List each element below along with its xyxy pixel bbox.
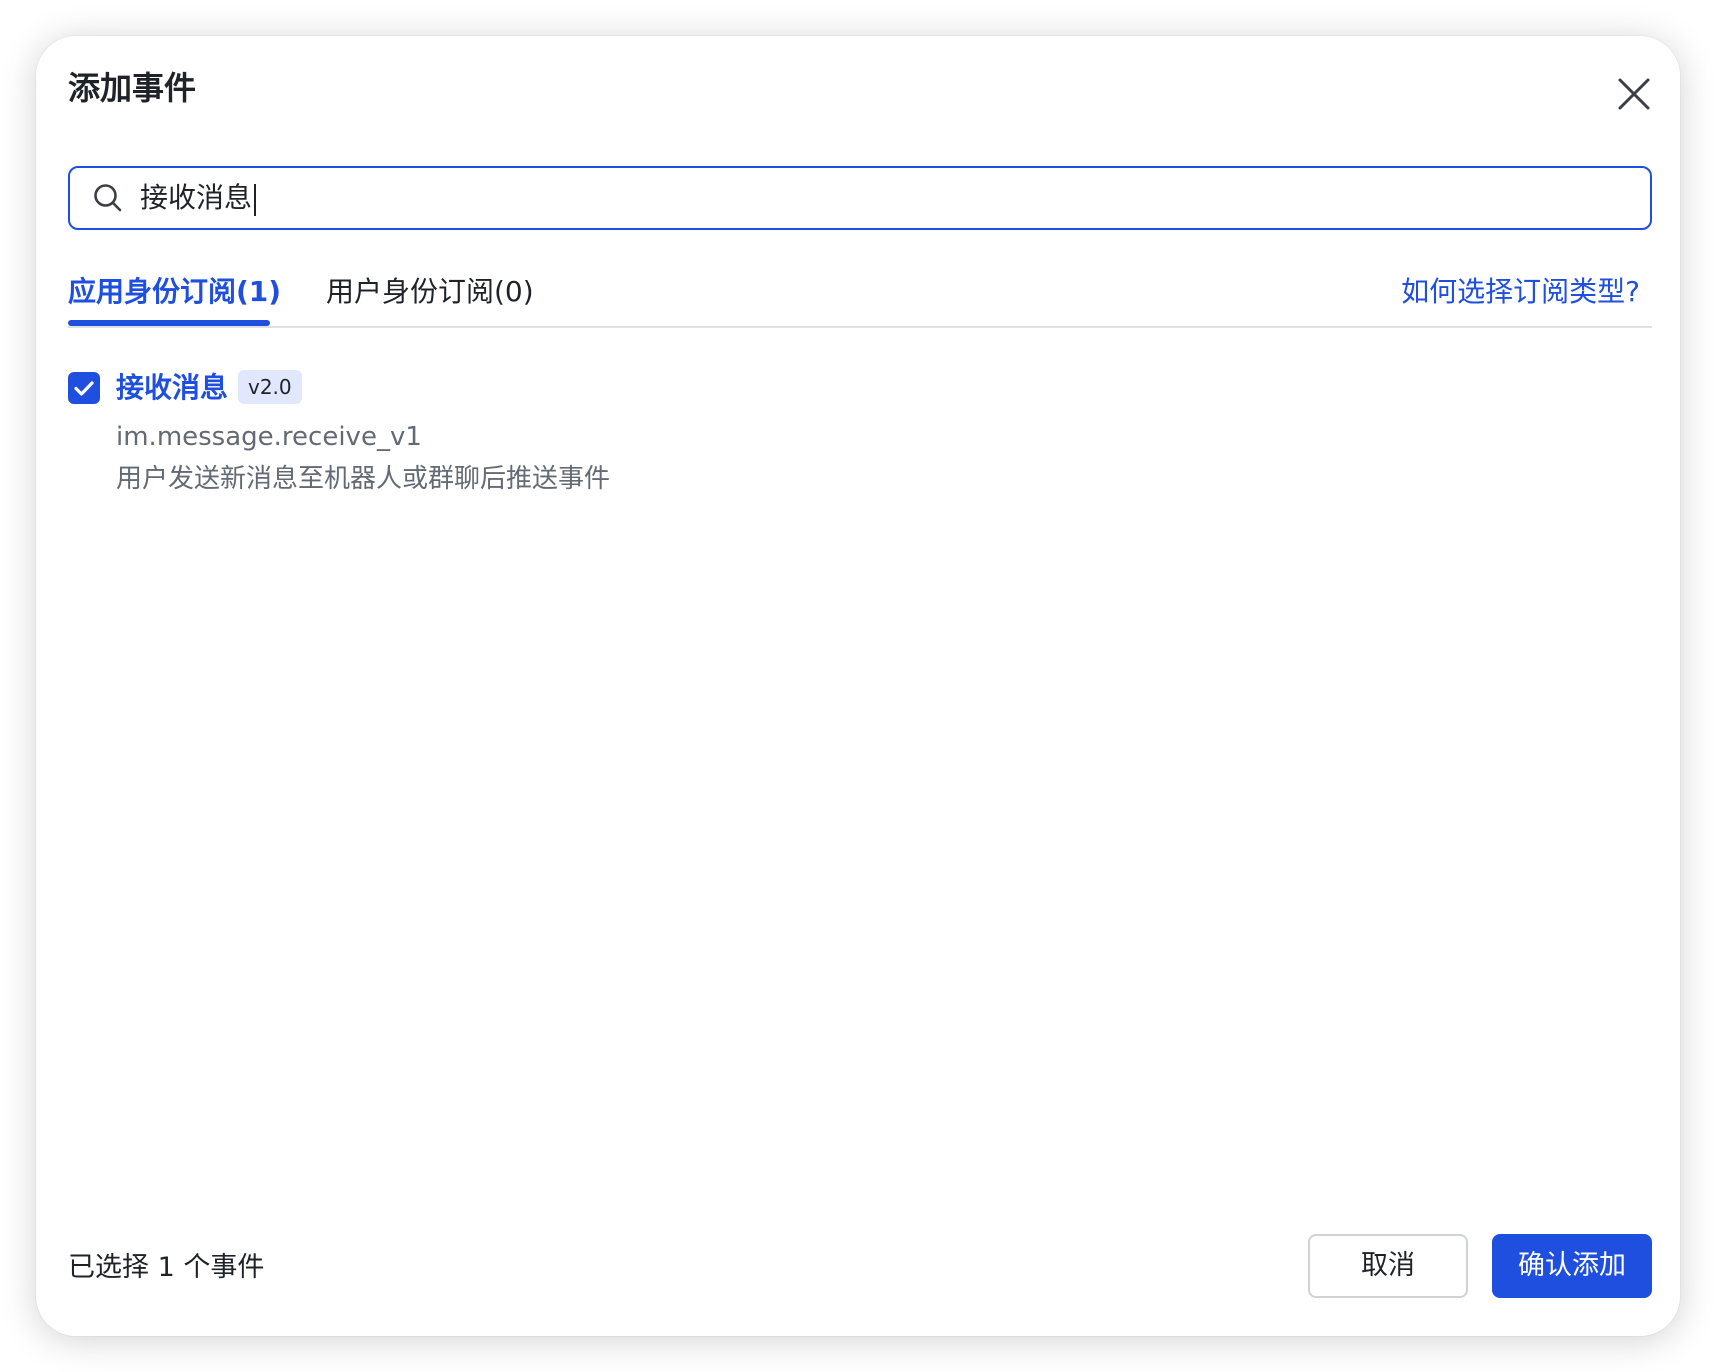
subscription-type-help-link[interactable]: 如何选择订阅类型? — [1401, 278, 1640, 306]
event-description: 用户发送新消息至机器人或群聊后推送事件 — [116, 464, 611, 494]
event-list-item: 接收消息 v2.0 im.message.receive_v1 用户发送新消息至… — [68, 368, 968, 528]
check-icon — [74, 381, 94, 396]
tab-app-identity[interactable]: 应用身份订阅(1) — [68, 278, 281, 306]
event-checkbox[interactable] — [68, 372, 100, 404]
subscription-tabs: 应用身份订阅(1) 用户身份订阅(0) 如何选择订阅类型? — [68, 266, 1652, 328]
tab-user-identity[interactable]: 用户身份订阅(0) — [326, 278, 534, 306]
add-event-dialog: 添加事件 应用身份订阅(1) 用户身份订阅(0) 如何选择订阅类型? 接收消息 … — [36, 36, 1680, 1336]
search-box[interactable] — [68, 166, 1652, 230]
event-name: 接收消息 — [116, 371, 229, 404]
close-button[interactable] — [1614, 74, 1654, 114]
selected-count-text: 已选择 1 个事件 — [68, 1252, 265, 1283]
close-icon — [1618, 78, 1650, 110]
dialog-title: 添加事件 — [68, 69, 197, 107]
search-input[interactable] — [140, 176, 1630, 220]
text-caret — [254, 184, 256, 216]
cancel-button[interactable]: 取消 — [1308, 1234, 1468, 1298]
version-badge: v2.0 — [238, 370, 302, 404]
confirm-add-button[interactable]: 确认添加 — [1492, 1234, 1652, 1298]
search-icon — [94, 184, 122, 212]
active-tab-indicator — [68, 320, 270, 326]
event-key: im.message.receive_v1 — [116, 422, 422, 452]
